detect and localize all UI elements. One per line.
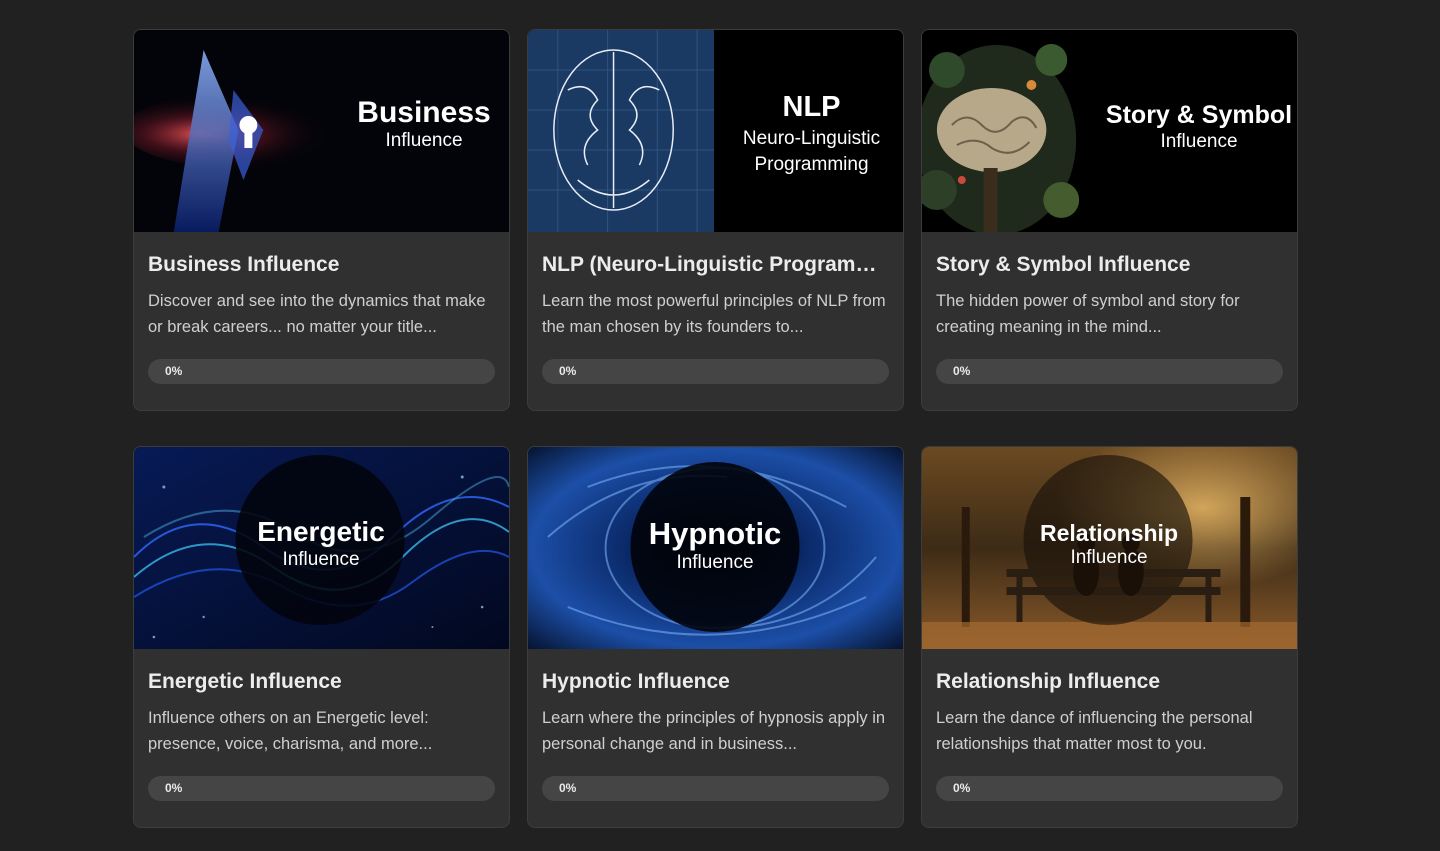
overlay-main-text: Story & Symbol xyxy=(1105,101,1293,129)
course-card-business-influence[interactable]: Business Influence Business Influence Di… xyxy=(133,29,510,411)
progress-bar: 0% xyxy=(148,359,495,384)
progress-label: 0% xyxy=(953,364,971,378)
course-title[interactable]: NLP (Neuro-Linguistic Programmi... xyxy=(542,253,889,277)
overlay-main-text: NLP xyxy=(782,91,841,123)
progress-bar: 0% xyxy=(542,359,889,384)
course-thumbnail[interactable]: Story & Symbol Influence xyxy=(922,30,1297,232)
course-title[interactable]: Energetic Influence xyxy=(148,670,495,694)
course-card-energetic-influence[interactable]: Energetic Influence Energetic Influence … xyxy=(133,446,510,828)
course-thumbnail[interactable]: Energetic Influence xyxy=(134,447,509,649)
thumbnail-overlay: NLP Neuro-Linguistic Programming xyxy=(718,91,903,178)
thumbnail-overlay: Relationship Influence xyxy=(1009,520,1209,569)
course-title[interactable]: Story & Symbol Influence xyxy=(936,253,1283,277)
course-description: Learn the dance of influencing the perso… xyxy=(936,709,1253,753)
overlay-sub-text: Influence xyxy=(1160,130,1238,152)
course-card-hypnotic-influence[interactable]: Hypnotic Influence Hypnotic Influence Le… xyxy=(527,446,904,828)
overlay-sub-text: Influence xyxy=(676,552,754,574)
thumbnail-overlay: Hypnotic Influence xyxy=(615,516,815,574)
course-description: Learn where the principles of hypnosis a… xyxy=(542,709,886,753)
overlay-main-text: Relationship xyxy=(1039,520,1178,546)
overlay-sub-text: Influence xyxy=(1070,547,1148,569)
course-description: Discover and see into the dynamics that … xyxy=(148,292,486,336)
progress-label: 0% xyxy=(559,781,577,795)
course-card-nlp[interactable]: NLP Neuro-Linguistic Programming NLP (Ne… xyxy=(527,29,904,411)
course-thumbnail[interactable]: Hypnotic Influence xyxy=(528,447,903,649)
overlay-sub-text: Neuro-Linguistic Programming xyxy=(742,127,881,175)
course-card-relationship-influence[interactable]: Relationship Influence Relationship Infl… xyxy=(921,446,1298,828)
course-description: The hidden power of symbol and story for… xyxy=(936,292,1240,336)
progress-label: 0% xyxy=(165,781,183,795)
progress-label: 0% xyxy=(953,781,971,795)
course-title[interactable]: Hypnotic Influence xyxy=(542,670,889,694)
overlay-sub-text: Influence xyxy=(385,130,463,151)
progress-label: 0% xyxy=(165,364,183,378)
progress-bar: 0% xyxy=(936,359,1283,384)
overlay-main-text: Hypnotic xyxy=(648,516,782,551)
course-card-story-symbol[interactable]: Story & Symbol Influence Story & Symbol … xyxy=(921,29,1298,411)
thumbnail-overlay: Story & Symbol Influence xyxy=(1099,101,1297,152)
progress-bar: 0% xyxy=(542,776,889,801)
overlay-main-text: Business xyxy=(357,96,491,129)
course-description: Learn the most powerful principles of NL… xyxy=(542,292,886,336)
course-title[interactable]: Relationship Influence xyxy=(936,670,1283,694)
progress-bar: 0% xyxy=(148,776,495,801)
overlay-sub-text: Influence xyxy=(282,548,360,570)
progress-bar: 0% xyxy=(936,776,1283,801)
thumbnail-overlay: Business Influence xyxy=(344,96,504,152)
course-thumbnail[interactable]: Relationship Influence xyxy=(922,447,1297,649)
course-grid: Business Influence Business Influence Di… xyxy=(133,29,1298,828)
course-description: Influence others on an Energetic level: … xyxy=(148,709,433,753)
thumbnail-overlay: Energetic Influence xyxy=(221,516,421,571)
course-title[interactable]: Business Influence xyxy=(148,253,495,277)
overlay-main-text: Energetic xyxy=(257,516,385,547)
progress-label: 0% xyxy=(559,364,577,378)
course-thumbnail[interactable]: NLP Neuro-Linguistic Programming xyxy=(528,30,903,232)
course-thumbnail[interactable]: Business Influence xyxy=(134,30,509,232)
